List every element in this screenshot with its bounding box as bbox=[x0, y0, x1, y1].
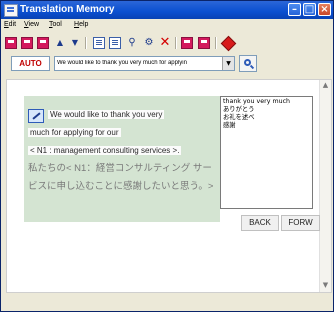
source-text: < N1 : management consulting services >. bbox=[28, 146, 182, 155]
source-text: We would like to thank you very bbox=[48, 110, 165, 119]
results-list[interactable]: thank you very much ありがとう お礼を述べ 感謝 bbox=[220, 96, 313, 209]
pink-block-icon[interactable] bbox=[198, 37, 210, 49]
search-toolbar: AUTO We would like to thank you very muc… bbox=[3, 55, 331, 73]
close-button[interactable]: × bbox=[318, 3, 331, 16]
main-toolbar: ▲ ▼ ⚲ ⚙ ✕ bbox=[3, 34, 331, 52]
query-combobox[interactable]: We would like to thank you very much for… bbox=[54, 56, 235, 71]
scroll-down-icon[interactable]: ▼ bbox=[320, 280, 331, 291]
maximize-button[interactable]: □ bbox=[303, 3, 316, 16]
menu-edit[interactable]: Edit bbox=[4, 21, 16, 28]
pink-block-icon[interactable] bbox=[37, 37, 49, 49]
down-arrow-icon[interactable]: ▼ bbox=[69, 37, 81, 49]
source-line: We would like to thank you very bbox=[48, 108, 165, 122]
delete-icon[interactable]: ✕ bbox=[159, 36, 171, 49]
dropdown-arrow-icon[interactable]: ▼ bbox=[222, 57, 234, 70]
menu-bar: Edit View Tool Help bbox=[3, 20, 333, 31]
target-line: ビスに申し込むことに感謝したいと思う。> bbox=[28, 180, 213, 194]
auto-button[interactable]: AUTO bbox=[11, 56, 50, 71]
magnifier-handle bbox=[249, 64, 255, 70]
toolbar-separator bbox=[85, 37, 86, 49]
red-gem-icon[interactable] bbox=[220, 35, 237, 52]
target-text: ビスに申し込むことに感謝したいと思う。> bbox=[28, 181, 214, 192]
source-line: < N1 : management consulting services >. bbox=[28, 144, 182, 158]
up-arrow-icon[interactable]: ▲ bbox=[54, 37, 66, 49]
pink-block-icon[interactable] bbox=[181, 37, 193, 49]
source-segment-panel[interactable]: We would like to thank you very much for… bbox=[24, 96, 220, 222]
target-text: 私たちの< N1：経営コンサルティング サー bbox=[28, 163, 212, 174]
tool-icon[interactable]: ⚙ bbox=[143, 37, 155, 49]
edit-icon[interactable] bbox=[28, 109, 44, 123]
content-pane: We would like to thank you very much for… bbox=[6, 79, 332, 293]
title-bar: Translation Memory – □ × bbox=[1, 1, 333, 19]
menu-help[interactable]: Help bbox=[74, 21, 88, 28]
forward-button[interactable]: FORW bbox=[281, 215, 320, 231]
query-text: We would like to thank you very much for… bbox=[57, 60, 187, 66]
menu-tool[interactable]: Tool bbox=[49, 21, 62, 28]
back-button[interactable]: BACK bbox=[241, 215, 279, 231]
minimize-button[interactable]: – bbox=[288, 3, 301, 16]
source-line: much for applying for our bbox=[28, 126, 121, 140]
window-title: Translation Memory bbox=[20, 4, 115, 15]
translation-memory-window: Translation Memory – □ × Edit View Tool … bbox=[0, 0, 334, 312]
search-button[interactable] bbox=[239, 55, 257, 72]
tool-icon[interactable]: ⚲ bbox=[126, 37, 138, 49]
document-icon[interactable] bbox=[109, 37, 121, 49]
pink-block-icon[interactable] bbox=[5, 37, 17, 49]
target-line: 私たちの< N1：経営コンサルティング サー bbox=[28, 162, 212, 176]
app-icon bbox=[4, 4, 18, 17]
document-icon[interactable] bbox=[93, 37, 105, 49]
result-item[interactable]: thank you very much bbox=[223, 98, 290, 106]
pink-block-icon[interactable] bbox=[21, 37, 33, 49]
result-item[interactable]: お礼を述べ bbox=[223, 114, 254, 122]
toolbar-separator bbox=[175, 37, 176, 49]
result-item[interactable]: 感謝 bbox=[223, 122, 236, 130]
vertical-scrollbar[interactable]: ▲ ▼ bbox=[319, 80, 331, 292]
menu-view[interactable]: View bbox=[24, 21, 39, 28]
scroll-up-icon[interactable]: ▲ bbox=[320, 80, 331, 91]
source-text: much for applying for our bbox=[28, 128, 121, 137]
result-item[interactable]: ありがとう bbox=[223, 106, 254, 114]
toolbar-separator bbox=[215, 37, 216, 49]
